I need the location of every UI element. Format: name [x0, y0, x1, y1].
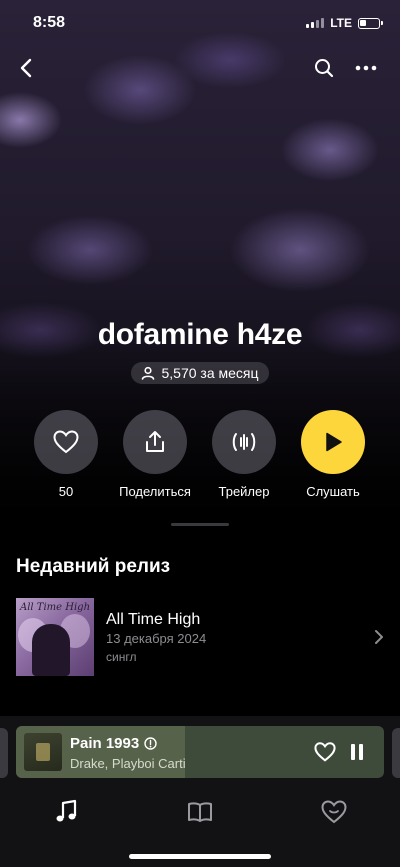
book-icon: [188, 802, 212, 822]
artist-name: dofamine h4ze: [97, 318, 303, 351]
back-button[interactable]: [12, 54, 40, 82]
mini-player[interactable]: Pain 1993 Drake, Playboi Carti: [16, 726, 384, 778]
trailer-wave-icon: [232, 433, 256, 451]
release-title: All Time High: [106, 611, 201, 628]
listen-action[interactable]: Слушать: [293, 410, 373, 499]
recent-release-item[interactable]: All Time High All Time High 13 декабря 2…: [16, 598, 386, 678]
release-type: сингл: [106, 650, 137, 664]
monthly-listeners-badge: 5,570 за месяц: [131, 362, 269, 384]
cover-text: All Time High: [20, 602, 91, 613]
library-tab[interactable]: [184, 796, 216, 828]
trailer-action[interactable]: Трейлер: [204, 410, 284, 499]
music-note-icon: [56, 799, 77, 822]
release-cover[interactable]: All Time High: [16, 598, 94, 676]
search-icon: [315, 59, 334, 78]
play-icon: [326, 432, 342, 452]
monthly-listeners-text: 5,570 за месяц: [161, 365, 259, 381]
favorites-tab[interactable]: [318, 796, 350, 828]
like-button[interactable]: [34, 410, 98, 474]
share-action[interactable]: Поделиться: [115, 410, 195, 499]
status-time: 8:58: [33, 14, 66, 31]
listen-button[interactable]: [301, 410, 365, 474]
now-playing-art: [24, 733, 62, 771]
release-date: 13 декабря 2024: [106, 631, 207, 646]
now-playing-artists: Drake, Playboi Carti: [70, 756, 186, 771]
person-icon: [142, 366, 155, 380]
home-indicator[interactable]: [129, 854, 271, 859]
status-bar: 8:58 LTE: [0, 12, 400, 36]
now-playing-title: Pain 1993: [70, 735, 140, 752]
trailer-label: Трейлер: [218, 484, 270, 499]
heart-icon: [314, 742, 336, 762]
network-label: LTE: [330, 16, 352, 30]
heart-icon: [53, 430, 79, 454]
listen-label: Слушать: [306, 484, 360, 499]
pause-button[interactable]: [344, 739, 370, 765]
share-label: Поделиться: [119, 484, 191, 499]
next-track-peek[interactable]: [392, 728, 400, 778]
chevron-left-icon: [20, 58, 32, 78]
more-dots-icon: [355, 65, 377, 71]
release-open[interactable]: [372, 626, 386, 648]
top-bar: [0, 52, 400, 84]
status-right: LTE: [306, 16, 383, 30]
mini-like-button[interactable]: [312, 739, 338, 765]
artist-actions: 50 Поделиться Трейлер Слушать: [0, 410, 400, 500]
explicit-info-icon: [144, 737, 157, 750]
share-button[interactable]: [123, 410, 187, 474]
more-button[interactable]: [352, 54, 380, 82]
sheet-handle[interactable]: [171, 523, 229, 526]
signal-icon: [306, 18, 325, 28]
like-count: 50: [58, 484, 74, 499]
pause-icon: [351, 744, 363, 760]
like-action[interactable]: 50: [26, 410, 106, 499]
now-playing-title-row: Pain 1993: [70, 735, 157, 752]
search-button[interactable]: [310, 54, 338, 82]
battery-icon: [358, 17, 383, 29]
music-tab[interactable]: [50, 796, 82, 828]
prev-track-peek[interactable]: [0, 728, 8, 778]
mini-player-bar: Pain 1993 Drake, Playboi Carti: [0, 716, 400, 784]
trailer-button[interactable]: [212, 410, 276, 474]
cover-figure: [32, 624, 70, 676]
artist-header: dofamine h4ze 5,570 за месяц: [0, 318, 400, 385]
chevron-right-icon: [375, 630, 383, 644]
share-icon: [146, 431, 164, 452]
heart-outline-icon: [321, 800, 347, 824]
recent-release-heading: Недавний релиз: [16, 556, 171, 577]
